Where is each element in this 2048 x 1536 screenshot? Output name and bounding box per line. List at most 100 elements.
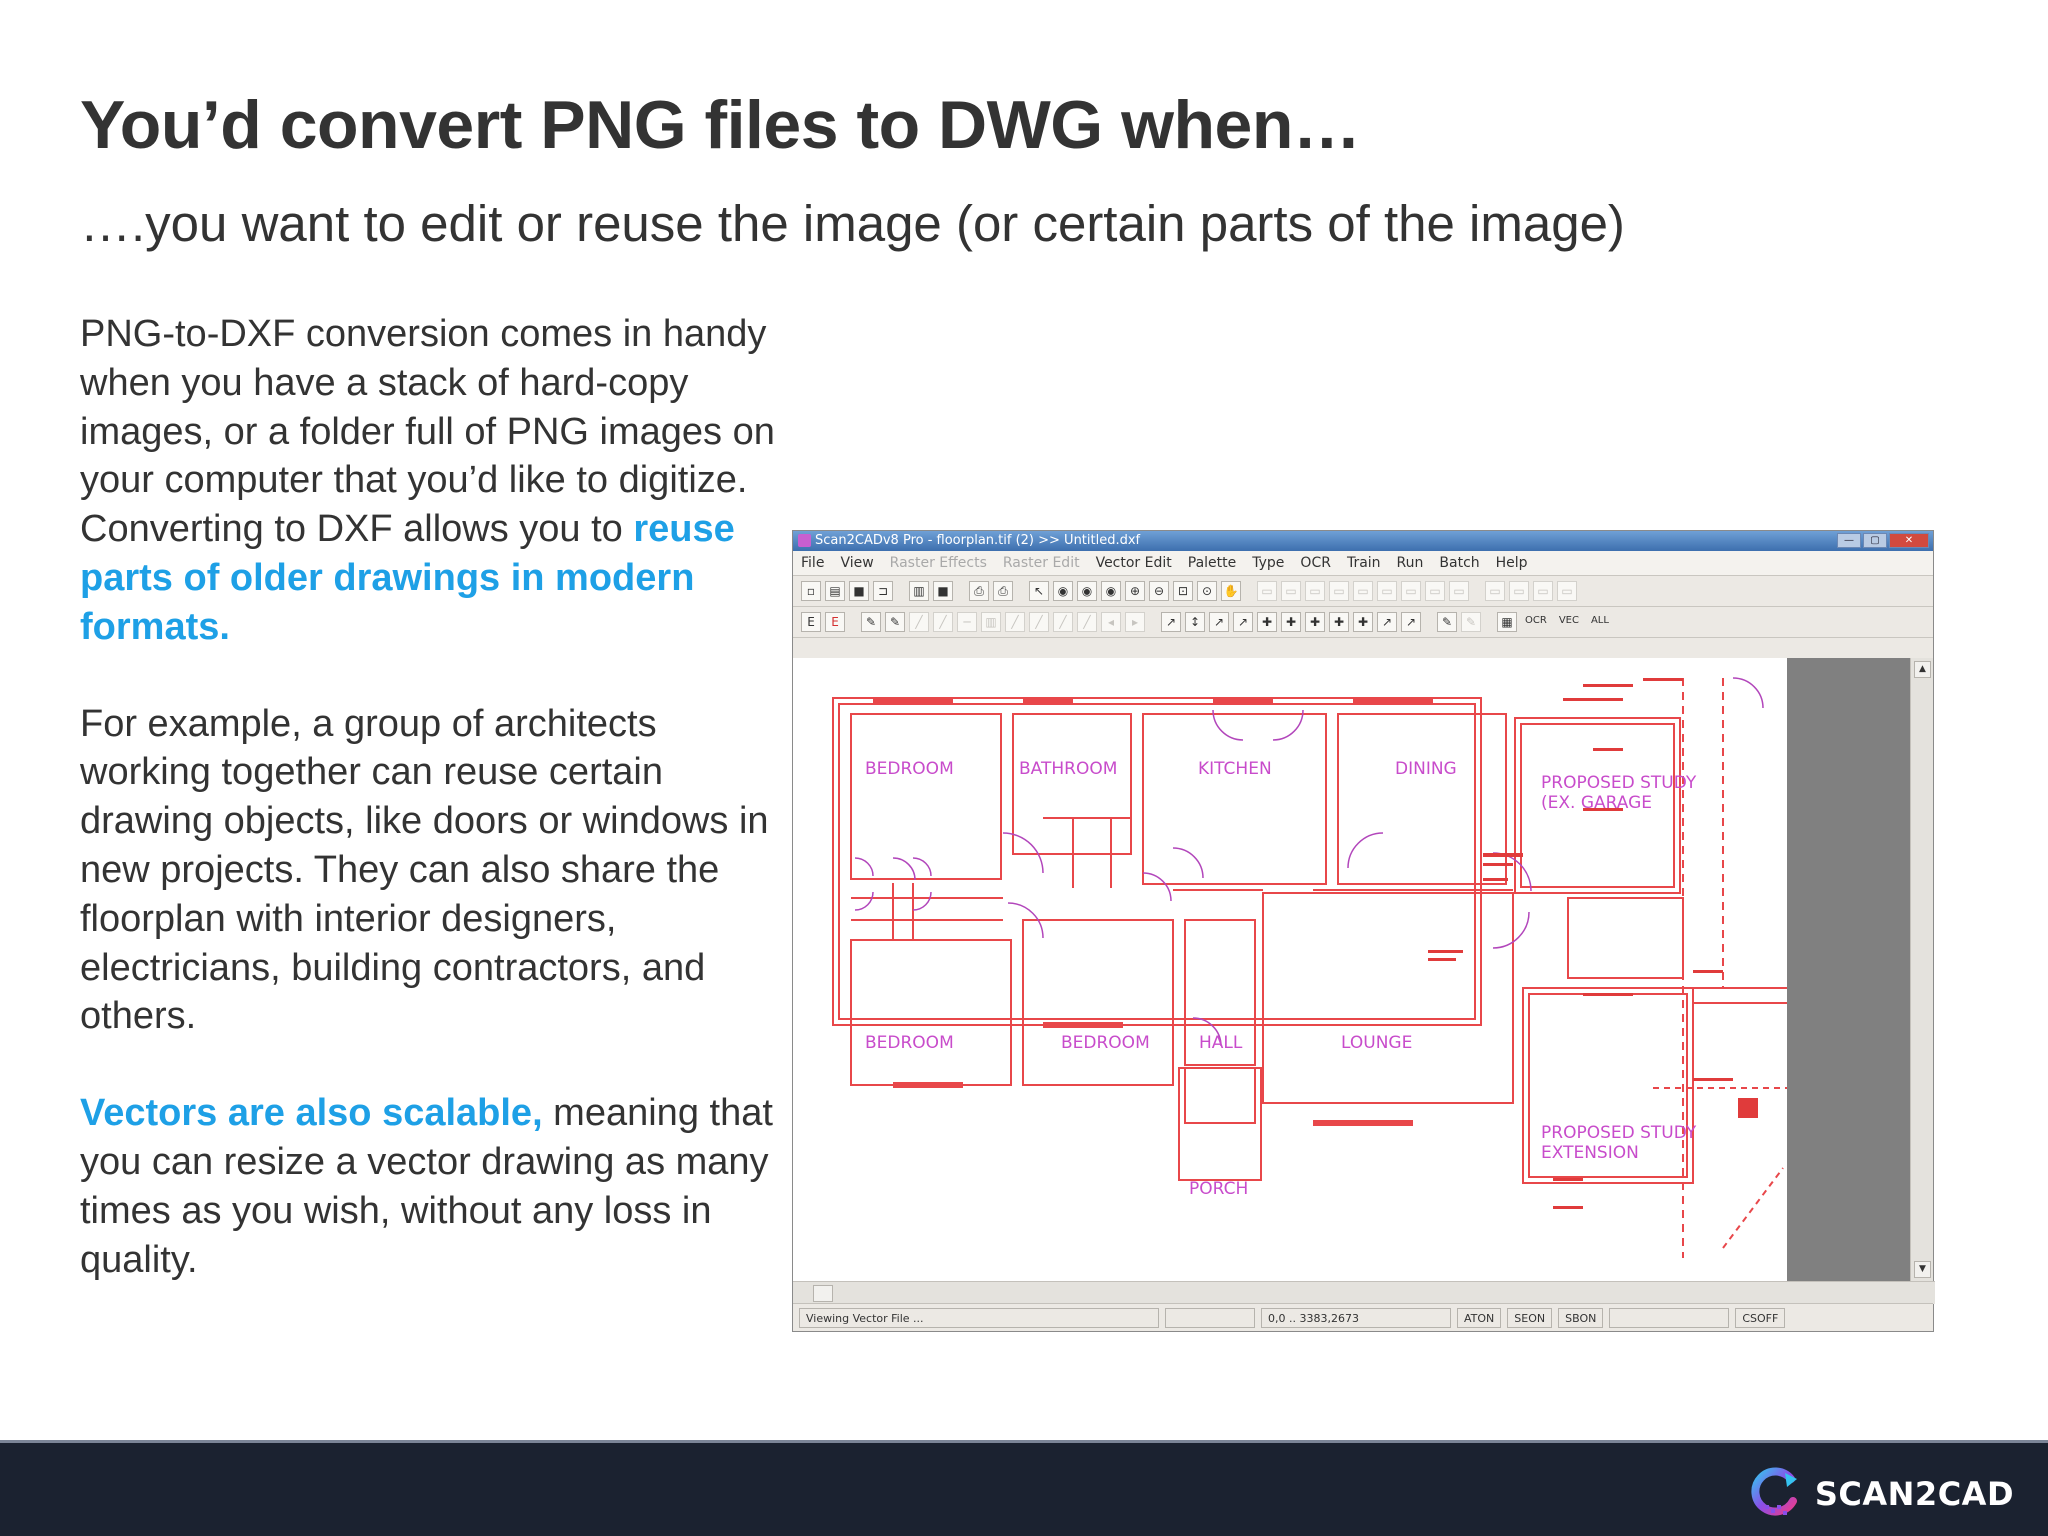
- line-tool-icon[interactable]: ╱: [933, 612, 953, 632]
- raster-tool-icon[interactable]: ▭: [1305, 581, 1325, 601]
- scroll-down-icon[interactable]: ▼: [1914, 1261, 1931, 1278]
- vector-edit-icon[interactable]: ↗: [1401, 612, 1421, 632]
- pencil-icon[interactable]: ✎: [885, 612, 905, 632]
- vector-edit-icon[interactable]: ↗: [1233, 612, 1253, 632]
- raster-tool-icon[interactable]: ▭: [1557, 581, 1577, 601]
- scan2cad-logo-icon: [1751, 1467, 1797, 1516]
- view-vector-icon[interactable]: ◉: [1077, 581, 1097, 601]
- raster-tool-icon[interactable]: ▭: [1257, 581, 1277, 601]
- line-tool-icon[interactable]: ╱: [1029, 612, 1049, 632]
- close-button[interactable]: ✕: [1889, 533, 1929, 548]
- menu-ocr[interactable]: OCR: [1300, 555, 1331, 571]
- vec-button[interactable]: VEC: [1555, 612, 1583, 632]
- menu-raster-edit[interactable]: Raster Edit: [1003, 555, 1080, 571]
- menu-raster-effects[interactable]: Raster Effects: [890, 555, 987, 571]
- minimize-button[interactable]: —: [1837, 533, 1861, 548]
- line-tool-icon[interactable]: ╱: [909, 612, 929, 632]
- raster-tool-icon[interactable]: ▭: [1425, 581, 1445, 601]
- vertical-scrollbar[interactable]: ▲ ▼: [1910, 658, 1933, 1281]
- zoom-window-icon[interactable]: ⊡: [1173, 581, 1193, 601]
- status-bar: Viewing Vector File ... 0,0 .. 3383,2673…: [793, 1303, 1933, 1331]
- porch-wall: [1184, 1067, 1256, 1124]
- brush-icon[interactable]: ✎: [1437, 612, 1457, 632]
- raster-tool-icon[interactable]: ▭: [1485, 581, 1505, 601]
- save-vector-icon[interactable]: ■: [933, 581, 953, 601]
- calculator-icon[interactable]: ▦: [1497, 612, 1517, 632]
- line-tool-icon[interactable]: ╱: [1077, 612, 1097, 632]
- zoom-out-icon[interactable]: ⊖: [1149, 581, 1169, 601]
- line-tool-icon[interactable]: ╱: [1005, 612, 1025, 632]
- vector-edit-icon[interactable]: ✚: [1281, 612, 1301, 632]
- vector-edit-icon[interactable]: ↗: [1161, 612, 1181, 632]
- paragraph-3-highlight: Vectors are also scalable,: [80, 1092, 543, 1135]
- view-both-icon[interactable]: ◉: [1101, 581, 1121, 601]
- arrow-right-icon[interactable]: ▸: [1125, 612, 1145, 632]
- line-tool-icon[interactable]: ╱: [1053, 612, 1073, 632]
- ocr-button[interactable]: OCR: [1521, 612, 1551, 632]
- bedroom-bl-wall: [850, 939, 1012, 1086]
- all-button[interactable]: ALL: [1587, 612, 1613, 632]
- room-hall: HALL: [1199, 1033, 1243, 1053]
- open-file-icon[interactable]: ▤: [825, 581, 845, 601]
- menu-run[interactable]: Run: [1397, 555, 1424, 571]
- raster-tool-icon[interactable]: ▭: [1329, 581, 1349, 601]
- scroll-thumb[interactable]: [813, 1285, 833, 1302]
- new-file-icon[interactable]: ▫: [801, 581, 821, 601]
- save-as-icon[interactable]: ⊐: [873, 581, 893, 601]
- vector-edit-icon[interactable]: ✚: [1305, 612, 1325, 632]
- room-study-ext-line1: PROPOSED STUDY: [1541, 1123, 1697, 1143]
- horizontal-scrollbar[interactable]: [793, 1281, 1935, 1304]
- window-titlebar: Scan2CADv8 Pro - floorplan.tif (2) >> Un…: [793, 531, 1933, 551]
- vector-edit-icon[interactable]: ↗: [1377, 612, 1397, 632]
- zoom-fit-icon[interactable]: ⊙: [1197, 581, 1217, 601]
- vector-edit-icon[interactable]: ✚: [1329, 612, 1349, 632]
- print-preview-icon[interactable]: ⎙: [993, 581, 1013, 601]
- menu-file[interactable]: File: [801, 555, 824, 571]
- raster-tool-icon[interactable]: ▭: [1353, 581, 1373, 601]
- zoom-in-icon[interactable]: ⊕: [1125, 581, 1145, 601]
- save-icon[interactable]: ■: [849, 581, 869, 601]
- scroll-up-icon[interactable]: ▲: [1914, 661, 1931, 678]
- vector-edit-icon[interactable]: ↗: [1209, 612, 1229, 632]
- arrow-left-icon[interactable]: ◂: [1101, 612, 1121, 632]
- maximize-button[interactable]: ▢: [1863, 533, 1887, 548]
- raster-tool-icon[interactable]: ▭: [1533, 581, 1553, 601]
- menu-batch[interactable]: Batch: [1439, 555, 1479, 571]
- pan-hand-icon[interactable]: ✋: [1221, 581, 1241, 601]
- status-empty: [1609, 1307, 1730, 1328]
- open-vector-icon[interactable]: ▥: [909, 581, 929, 601]
- pen-icon[interactable]: ✎: [861, 612, 881, 632]
- vector-edit-icon[interactable]: ✚: [1353, 612, 1373, 632]
- eraser-icon[interactable]: ✎: [1461, 612, 1481, 632]
- raster-tool-icon[interactable]: ▭: [1281, 581, 1301, 601]
- raster-tool-icon[interactable]: ▭: [1401, 581, 1421, 601]
- paragraph-2: For example, a group of architects worki…: [80, 702, 769, 1038]
- bedroom-top-wall: [850, 713, 1002, 880]
- floorplan-drawing: BEDROOM BATHROOM KITCHEN DINING PROPOSED…: [832, 677, 1787, 1258]
- text-tool-icon[interactable]: E: [801, 612, 821, 632]
- menu-help[interactable]: Help: [1496, 555, 1528, 571]
- drawing-canvas[interactable]: BEDROOM BATHROOM KITCHEN DINING PROPOSED…: [793, 658, 1903, 1281]
- menu-view[interactable]: View: [840, 555, 873, 571]
- menu-palette[interactable]: Palette: [1188, 555, 1237, 571]
- print-icon[interactable]: ⎙: [969, 581, 989, 601]
- raster-tool-icon[interactable]: ▭: [1509, 581, 1529, 601]
- line-tool-icon[interactable]: ─: [957, 612, 977, 632]
- menu-train[interactable]: Train: [1347, 555, 1381, 571]
- status-coords: 0,0 .. 3383,2673: [1261, 1307, 1451, 1328]
- room-dining: DINING: [1395, 759, 1457, 779]
- view-raster-icon[interactable]: ◉: [1053, 581, 1073, 601]
- paragraph-3: Vectors are also scalable, meaning that …: [80, 1089, 780, 1284]
- vector-move-icon[interactable]: ↕: [1185, 612, 1205, 632]
- status-seon: SEON: [1507, 1307, 1553, 1328]
- menu-type[interactable]: Type: [1252, 555, 1284, 571]
- raster-tool-icon[interactable]: ▭: [1449, 581, 1469, 601]
- pointer-icon[interactable]: ↖: [1029, 581, 1049, 601]
- vector-edit-icon[interactable]: ✚: [1257, 612, 1277, 632]
- menu-vector-edit[interactable]: Vector Edit: [1096, 555, 1172, 571]
- text-edit-icon[interactable]: E: [825, 612, 845, 632]
- room-study-ext-line2: EXTENSION: [1541, 1143, 1639, 1163]
- line-tool-icon[interactable]: ▥: [981, 612, 1001, 632]
- status-csoff: CSOFF: [1735, 1307, 1786, 1328]
- raster-tool-icon[interactable]: ▭: [1377, 581, 1397, 601]
